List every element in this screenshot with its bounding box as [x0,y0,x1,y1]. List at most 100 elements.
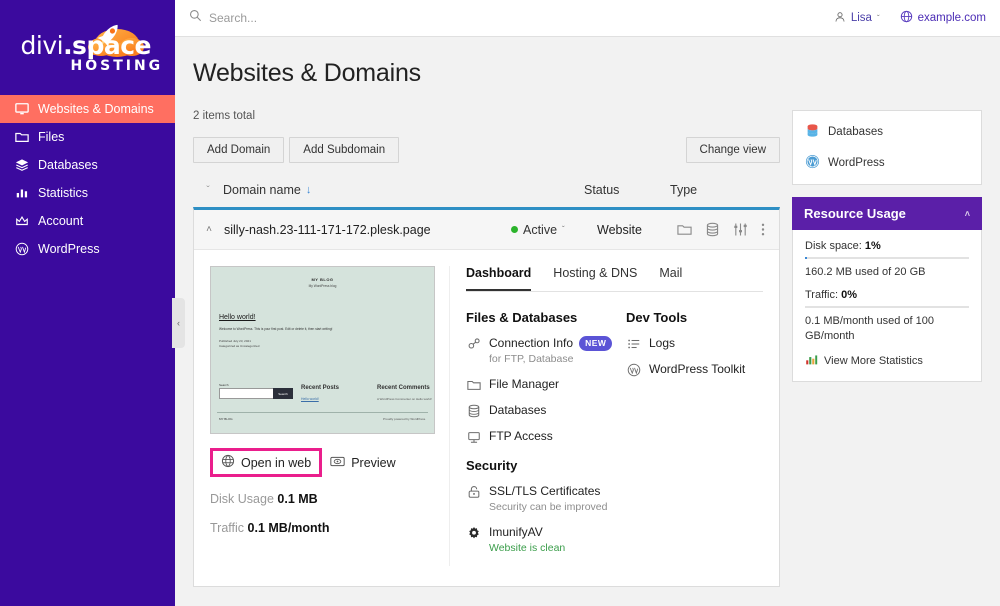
link-label: FTP Access [489,429,553,444]
user-menu[interactable]: Lisa ˇ [834,11,880,26]
disk-space-value: 160.2 MB used of 20 GB [805,266,926,278]
search-input[interactable] [209,11,429,25]
primary-column: 2 items total Add Domain Add Subdomain C… [193,110,780,588]
link-imunifyav[interactable]: ImunifyAV Website is clean [466,525,626,555]
list-icon [626,336,641,351]
ftp-icon [466,429,481,444]
sidebar-item-statistics[interactable]: Statistics [0,179,175,207]
status-badge[interactable]: Active ˇ [511,223,597,237]
link-label: Databases [489,403,547,418]
open-in-web-button[interactable]: Open in web [210,448,323,477]
layers-icon [14,158,29,173]
link-ftp-access[interactable]: FTP Access [466,429,626,444]
logo-subtitle: HOSTING [70,57,164,74]
tab-dashboard[interactable]: Dashboard [466,266,532,291]
top-bar: Lisa ˇ example.com [175,0,1000,37]
folder-icon[interactable] [677,222,692,237]
disk-space-label: Disk space: 1% [805,240,881,252]
disk-usage-stat: Disk Usage 0.1 MB [210,492,318,506]
brand-logo[interactable]: divi.space HOSTING [0,0,175,95]
shortcut-wordpress[interactable]: WordPress [805,154,969,172]
kebab-menu-icon[interactable] [761,222,765,237]
row-collapse-toggle[interactable]: ˄ [194,224,224,235]
site-preview-thumbnail[interactable]: MY BLOG My WordPress blog Hello world! W… [210,266,435,434]
left-sidebar: divi.space HOSTING Websites & Domains Fi… [0,0,185,606]
detail-tabs: Dashboard Hosting & DNS Mail [466,266,763,292]
link-ssl-tls-certificates[interactable]: SSL/TLS Certificates Security can be imp… [466,484,626,514]
wordpress-icon [626,362,641,377]
link-file-manager[interactable]: File Manager [466,377,626,392]
user-name: Lisa [850,12,872,24]
chevron-down-icon: ˇ [876,13,880,23]
bar-chart-icon [14,186,29,201]
preview-button[interactable]: Preview [330,455,396,471]
shortcuts-panel: Databases WordPress [792,110,982,185]
thumb-search-button: Search [273,388,293,399]
right-sidebar: Databases WordPress Resource Usage ˄ Dis… [792,110,982,587]
sidebar-item-wordpress[interactable]: WordPress [0,235,175,263]
link-label: Connection Info [489,336,574,350]
sliders-icon[interactable] [733,222,748,237]
link-wordpress-toolkit[interactable]: WordPress Toolkit [626,362,763,377]
database-icon [466,403,481,418]
domain-link[interactable]: example.com [900,10,986,26]
open-in-web-label: Open in web [241,455,312,470]
view-more-statistics-link[interactable]: View More Statistics [805,353,969,369]
column-header-status[interactable]: Status [584,183,670,197]
thumb-recent-comments: Recent Comments A WordPress Commenter on… [377,385,432,401]
sidebar-item-websites-domains[interactable]: Websites & Domains [0,95,175,123]
content-area: 2 items total Add Domain Add Subdomain C… [175,88,1000,588]
section-title-security: Security [466,458,518,474]
sidebar-collapse-handle[interactable]: ‹ [172,298,185,348]
add-domain-button[interactable]: Add Domain [193,137,285,163]
column-label: Domain name [223,183,301,197]
add-subdomain-button[interactable]: Add Subdomain [289,137,400,163]
link-databases[interactable]: Databases [466,403,626,418]
database-icon[interactable] [705,222,720,237]
dashboard-columns: Files & Databases Connection Info NEW for… [466,310,763,566]
status-dot-icon [511,226,518,233]
database-icon [805,123,820,141]
thumbnail-actions: Open in web Preview [210,448,439,477]
chevron-down-icon: ˇ [562,225,565,234]
sidebar-item-account[interactable]: Account [0,207,175,235]
sidebar-item-label: Files [38,130,65,144]
column-header-domain[interactable]: Domain name ↓ [223,183,584,197]
domain-detail-body: MY BLOG My WordPress blog Hello world! W… [194,250,779,586]
preview-icon [330,455,345,471]
globe-icon [221,454,235,471]
wordpress-icon [14,242,29,257]
thumb-post-excerpt: Welcome to WordPress. This is your first… [219,327,333,331]
link-label: Logs [649,336,676,350]
resource-usage-header[interactable]: Resource Usage ˄ [792,197,982,230]
sidebar-item-label: Account [38,214,84,228]
top-right-group: Lisa ˇ example.com [834,10,986,26]
thumb-search-label: Search [219,383,229,387]
thumb-footer-left: MY BLOG [219,417,233,421]
expand-all-toggle[interactable]: ˇ [193,185,223,196]
tab-mail[interactable]: Mail [659,266,682,291]
column-header-type[interactable]: Type [670,183,780,197]
items-total-label: 2 items total [193,110,255,122]
search-box[interactable] [189,9,834,27]
main-area: Lisa ˇ example.com Websites & Domains 2 … [175,0,1000,606]
crown-icon [14,214,29,229]
new-badge: NEW [579,336,613,351]
sidebar-item-databases[interactable]: Databases [0,151,175,179]
connection-icon [466,336,481,351]
sort-arrow-icon: ↓ [305,184,312,196]
sidebar-item-label: Statistics [38,186,89,200]
bar-chart-icon [805,353,818,369]
search-icon [189,9,202,27]
section-title: Files & Databases [466,310,578,325]
change-view-button[interactable]: Change view [685,137,780,163]
lock-icon [466,484,481,499]
row-action-icons [677,222,779,237]
tab-hosting-dns[interactable]: Hosting & DNS [553,266,637,291]
link-connection-info[interactable]: Connection Info NEW for FTP, Database [466,336,626,366]
shortcut-databases[interactable]: Databases [805,123,969,141]
sidebar-item-label: Websites & Domains [38,102,154,116]
sidebar-item-files[interactable]: Files [0,123,175,151]
row-domain-name[interactable]: silly-nash.23-111-171-172.plesk.page [224,223,511,237]
link-logs[interactable]: Logs [626,336,763,351]
